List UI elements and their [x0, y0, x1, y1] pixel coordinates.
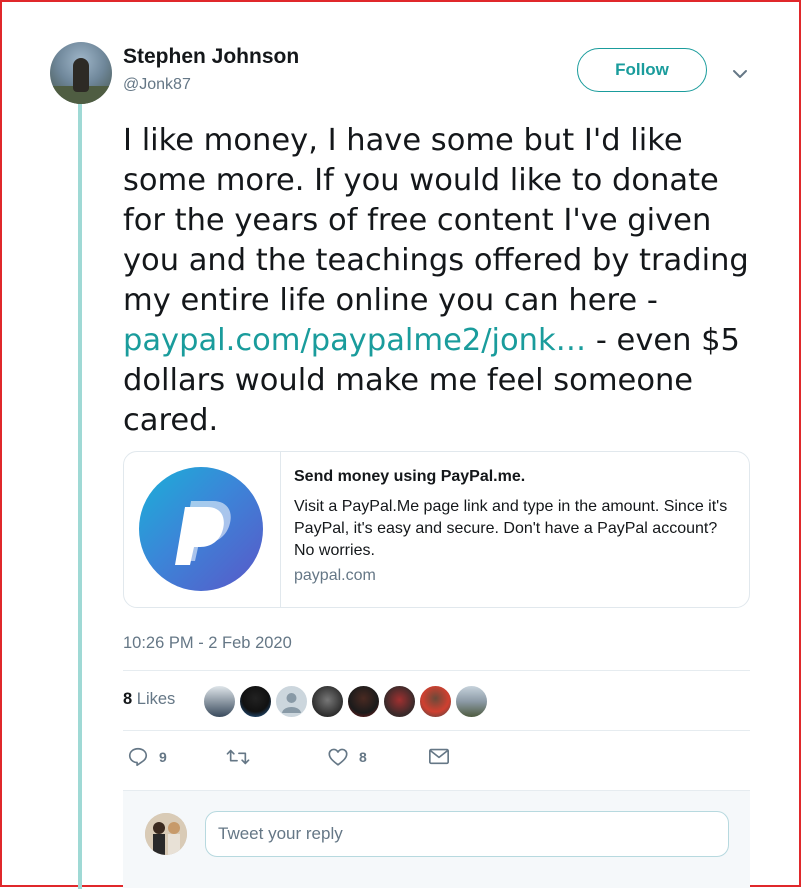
likes-count: 8 [123, 690, 133, 708]
author-name[interactable]: Stephen Johnson [123, 45, 299, 69]
follow-button[interactable]: Follow [577, 48, 707, 92]
retweet-action[interactable] [225, 746, 261, 768]
reply-composer [123, 790, 750, 888]
chevron-down-icon[interactable] [730, 64, 750, 84]
like-count: 8 [359, 749, 367, 765]
author-avatar[interactable] [50, 42, 112, 104]
card-thumbnail [124, 452, 281, 607]
liker-avatar[interactable] [419, 685, 452, 718]
message-action[interactable] [428, 746, 450, 766]
reply-input[interactable] [205, 811, 729, 857]
liker-avatar[interactable] [455, 685, 488, 718]
tweet-text-before-link: I like money, I have some but I'd like s… [123, 123, 749, 318]
avatar-figure [73, 58, 89, 92]
message-icon [429, 748, 449, 765]
reply-icon [128, 747, 148, 767]
card-title: Send money using PayPal.me. [294, 468, 526, 485]
card-domain: paypal.com [294, 567, 376, 584]
like-action[interactable]: 8 [327, 746, 367, 768]
liker-avatar[interactable] [203, 685, 236, 718]
reply-count: 9 [159, 749, 167, 765]
likes-label: Likes [136, 690, 176, 708]
divider-bottom [123, 730, 750, 731]
card-description: Visit a PayPal.Me page link and type in … [294, 498, 728, 559]
author-handle[interactable]: @Jonk87 [123, 76, 191, 94]
retweet-icon [226, 749, 250, 765]
likes-summary[interactable]: 8 Likes [123, 690, 175, 709]
paypal-logo-icon [139, 467, 263, 591]
tweet-actions: 9 8 [123, 746, 523, 776]
divider-top [123, 670, 750, 671]
liker-avatar[interactable] [239, 685, 272, 718]
current-user-avatar[interactable] [145, 813, 187, 855]
link-preview-card[interactable]: Send money using PayPal.me. Visit a PayP… [123, 451, 750, 608]
liker-avatar[interactable] [311, 685, 344, 718]
heart-icon [328, 748, 348, 766]
reply-action[interactable]: 9 [127, 746, 167, 768]
liker-avatar[interactable] [383, 685, 416, 718]
liker-avatar[interactable] [275, 685, 308, 718]
liker-avatar[interactable] [347, 685, 380, 718]
tweet-text: I like money, I have some but I'd like s… [123, 121, 763, 441]
tweet-timestamp[interactable]: 10:26 PM - 2 Feb 2020 [123, 634, 292, 653]
tweet-link[interactable]: paypal.com/paypalme2/jonk… [123, 323, 586, 358]
thread-line [78, 104, 82, 889]
